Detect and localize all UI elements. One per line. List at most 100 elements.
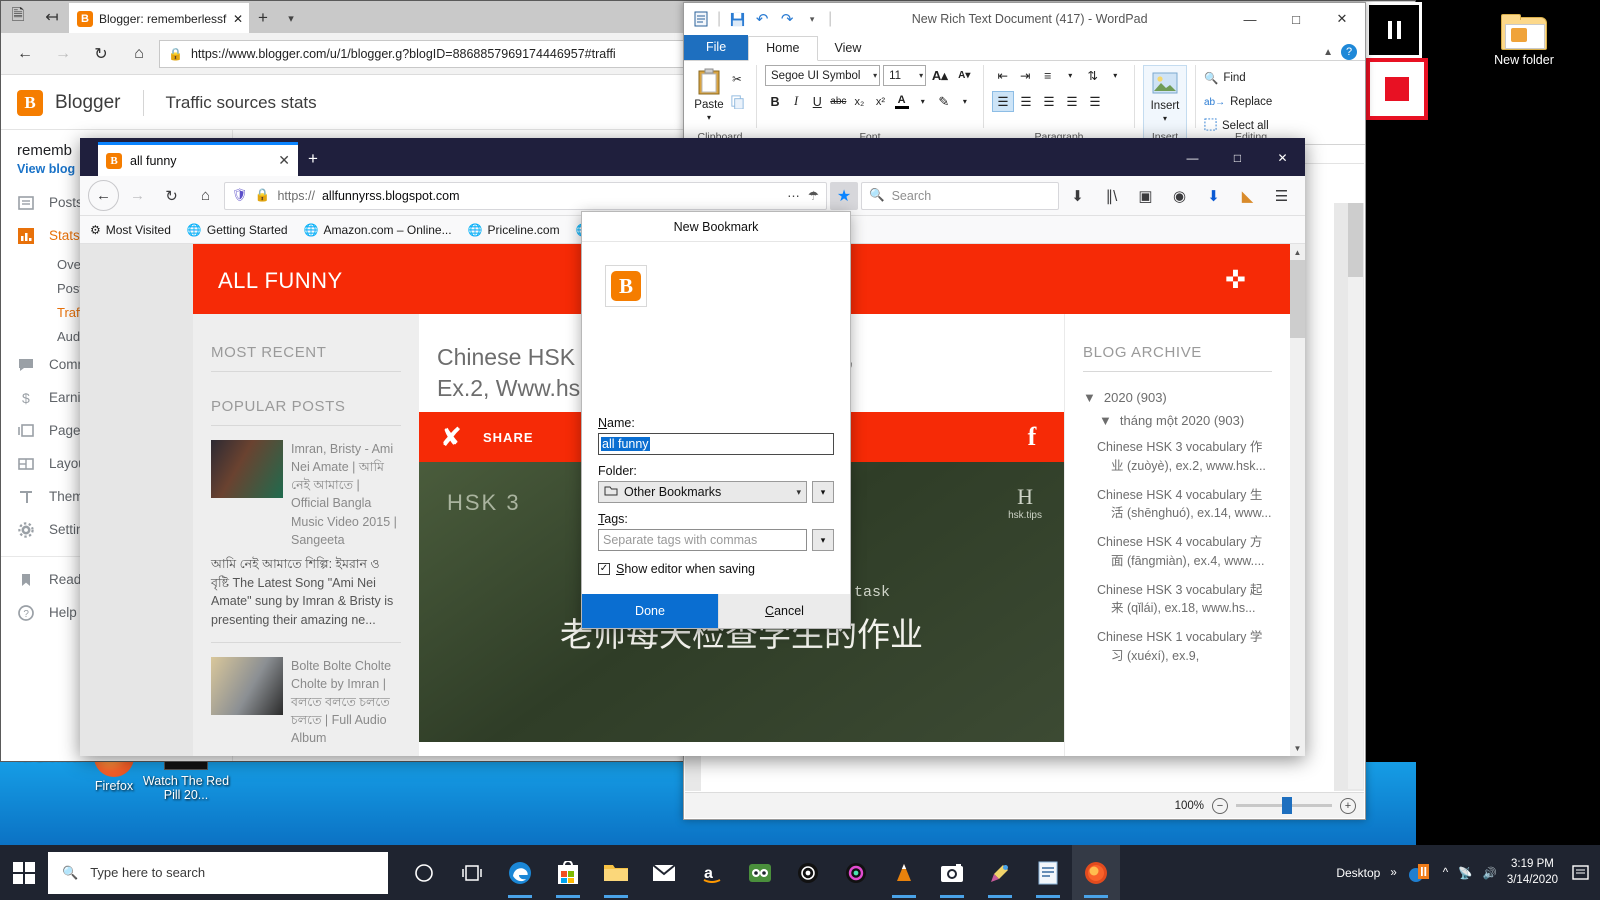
post-title[interactable]: Imran, Bristy - Ami Nei Amate | আমি নেই … <box>291 440 401 549</box>
minimize-button[interactable]: — <box>1227 4 1273 35</box>
wordpad-scrollbar[interactable] <box>1348 203 1363 789</box>
edge-new-tab-button[interactable]: + <box>249 3 277 33</box>
page-scrollbar[interactable]: ▲ ▼ <box>1290 244 1305 756</box>
scrollbar-thumb[interactable] <box>1290 260 1305 338</box>
network-icon[interactable]: 📡 <box>1458 866 1472 880</box>
desktop-icon-new-folder[interactable]: New folder <box>1478 14 1570 67</box>
undo-icon[interactable]: ↶ <box>753 10 771 28</box>
tray-overflow-icon[interactable]: » <box>1390 867 1396 879</box>
line-spacing-button[interactable]: ⇅ <box>1082 65 1104 86</box>
paint-icon[interactable] <box>976 845 1024 900</box>
increase-indent-button[interactable]: ⇥ <box>1015 65 1037 86</box>
volume-icon[interactable]: 🔊 <box>1483 866 1497 880</box>
reload-icon[interactable]: ↻ <box>156 180 187 211</box>
chevron-down-icon[interactable]: ▾ <box>277 3 305 33</box>
firefox-taskbar-icon[interactable] <box>1072 845 1120 900</box>
tab-view[interactable]: View <box>818 37 879 60</box>
tripadvisor-icon[interactable] <box>736 845 784 900</box>
maximize-button[interactable]: □ <box>1273 4 1319 35</box>
minimize-button[interactable]: — <box>1170 140 1215 176</box>
align-left-button[interactable]: ☰ <box>992 91 1014 112</box>
vlc-icon[interactable] <box>880 845 928 900</box>
tray-expand-icon[interactable]: ^ <box>1443 867 1448 879</box>
pause-button[interactable] <box>1366 2 1422 58</box>
desktop-label[interactable]: Desktop <box>1336 866 1380 880</box>
pocket-icon[interactable]: ☂ <box>808 188 819 203</box>
close-icon[interactable]: ✕ <box>233 12 243 26</box>
redo-icon[interactable]: ↷ <box>778 10 796 28</box>
list-item[interactable]: Imran, Bristy - Ami Nei Amate | আমি নেই … <box>211 426 401 549</box>
align-right-button[interactable]: ☰ <box>1038 91 1060 112</box>
find-button[interactable]: 🔍 Find <box>1204 67 1298 89</box>
cancel-button[interactable]: Cancel <box>718 594 850 628</box>
amazon-icon[interactable]: a <box>688 845 736 900</box>
forward-icon[interactable]: → <box>122 180 153 211</box>
sidebar-icon[interactable]: ▣ <box>1130 180 1161 211</box>
customize-qat-icon[interactable]: ▾ <box>803 10 821 28</box>
edge-tab-preview-icon[interactable]: 🗎 <box>1 1 35 33</box>
close-button[interactable]: ✕ <box>1260 140 1305 176</box>
bookmark-star-icon[interactable]: ★ <box>830 181 858 210</box>
edge-taskbar-icon[interactable] <box>496 845 544 900</box>
archive-entry[interactable]: Chinese HSK 1 vocabulary 学习 (xuéxí), ex.… <box>1083 622 1272 670</box>
archive-month[interactable]: ▼ tháng một 2020 (903) <box>1083 409 1272 432</box>
chevron-down-icon[interactable]: ▾ <box>955 91 975 112</box>
facebook-icon[interactable]: f <box>1000 422 1064 452</box>
italic-button[interactable]: I <box>786 91 806 112</box>
name-input[interactable]: all funny <box>598 433 834 455</box>
superscript-button[interactable]: x² <box>870 91 890 112</box>
firefox-search-box[interactable]: 🔍 Search <box>861 181 1059 210</box>
list-item[interactable]: Bolte Bolte Cholte Cholte by Imran | বলত… <box>211 643 401 748</box>
folder-expand-button[interactable]: ▾ <box>812 481 834 503</box>
strikethrough-button[interactable]: abc <box>828 91 848 112</box>
bookmark-getting-started[interactable]: 🌐 Getting Started <box>187 223 288 237</box>
chevron-down-icon[interactable]: ▾ <box>1163 114 1167 123</box>
zoom-slider[interactable] <box>1236 797 1332 814</box>
decrease-indent-button[interactable]: ⇤ <box>992 65 1014 86</box>
firefox-tab[interactable]: B all funny ✕ <box>98 142 298 176</box>
extension-icon[interactable]: ◣ <box>1232 180 1263 211</box>
close-icon[interactable]: ✕ <box>278 152 290 169</box>
chevron-down-icon[interactable]: ▾ <box>913 91 933 112</box>
cut-icon[interactable]: ✂ <box>726 69 748 89</box>
back-icon[interactable]: ← <box>88 180 119 211</box>
copy-icon[interactable] <box>726 91 748 111</box>
chevron-down-icon[interactable]: ▼ <box>1099 413 1112 428</box>
grow-font-button[interactable]: A▴ <box>929 65 950 86</box>
library-icon[interactable]: ∥\ <box>1096 180 1127 211</box>
highlight-button[interactable]: ✎ <box>934 91 954 112</box>
zoom-in-button[interactable]: + <box>1340 797 1356 814</box>
save-icon[interactable] <box>728 10 746 28</box>
archive-entry[interactable]: Chinese HSK 4 vocabulary 生活 (shēnghuó), … <box>1083 480 1272 528</box>
download-addon-icon[interactable]: ⬇ <box>1198 180 1229 211</box>
replace-button[interactable]: ab→ Replace <box>1204 91 1298 113</box>
mail-icon[interactable] <box>640 845 688 900</box>
underline-button[interactable]: U <box>807 91 827 112</box>
archive-entry[interactable]: Chinese HSK 3 vocabulary 作业 (zuòyè), ex.… <box>1083 432 1272 480</box>
task-view-icon[interactable] <box>448 845 496 900</box>
scrollbar-thumb[interactable] <box>1348 203 1363 277</box>
text-color-button[interactable]: A <box>892 91 912 112</box>
home-icon[interactable]: ⌂ <box>121 37 157 71</box>
start-button[interactable] <box>0 845 48 900</box>
tags-input[interactable]: Separate tags with commas <box>598 529 807 551</box>
justify-button[interactable]: ☰ <box>1061 91 1083 112</box>
new-tab-button[interactable]: + <box>298 142 328 176</box>
back-icon[interactable]: ← <box>7 37 43 71</box>
scroll-down-icon[interactable]: ▼ <box>1290 740 1305 756</box>
bold-button[interactable]: B <box>765 91 785 112</box>
bookmark-most-visited[interactable]: ⚙ Most Visited <box>90 223 171 237</box>
post-title[interactable]: Bolte Bolte Cholte Cholte by Imran | বলত… <box>291 657 401 748</box>
wordpad-taskbar-icon[interactable] <box>1024 845 1072 900</box>
microsoft-store-icon[interactable] <box>544 845 592 900</box>
paragraph-settings-button[interactable]: ☰ <box>1084 91 1106 112</box>
font-size-combo[interactable]: 11 ▾ <box>883 65 927 86</box>
page-actions-icon[interactable]: ⋯ <box>787 188 800 203</box>
shield-icon[interactable]: 🛡 <box>232 188 248 203</box>
subscript-button[interactable]: x₂ <box>849 91 869 112</box>
reload-icon[interactable]: ↻ <box>83 37 119 71</box>
folder-select[interactable]: Other Bookmarks ▾ <box>598 481 807 503</box>
firefox-address-bar[interactable]: 🛡 🔒 https:// allfunnyrss.blogspot.com ⋯ … <box>224 181 827 210</box>
color-app-icon[interactable] <box>832 845 880 900</box>
align-center-button[interactable]: ☰ <box>1015 91 1037 112</box>
